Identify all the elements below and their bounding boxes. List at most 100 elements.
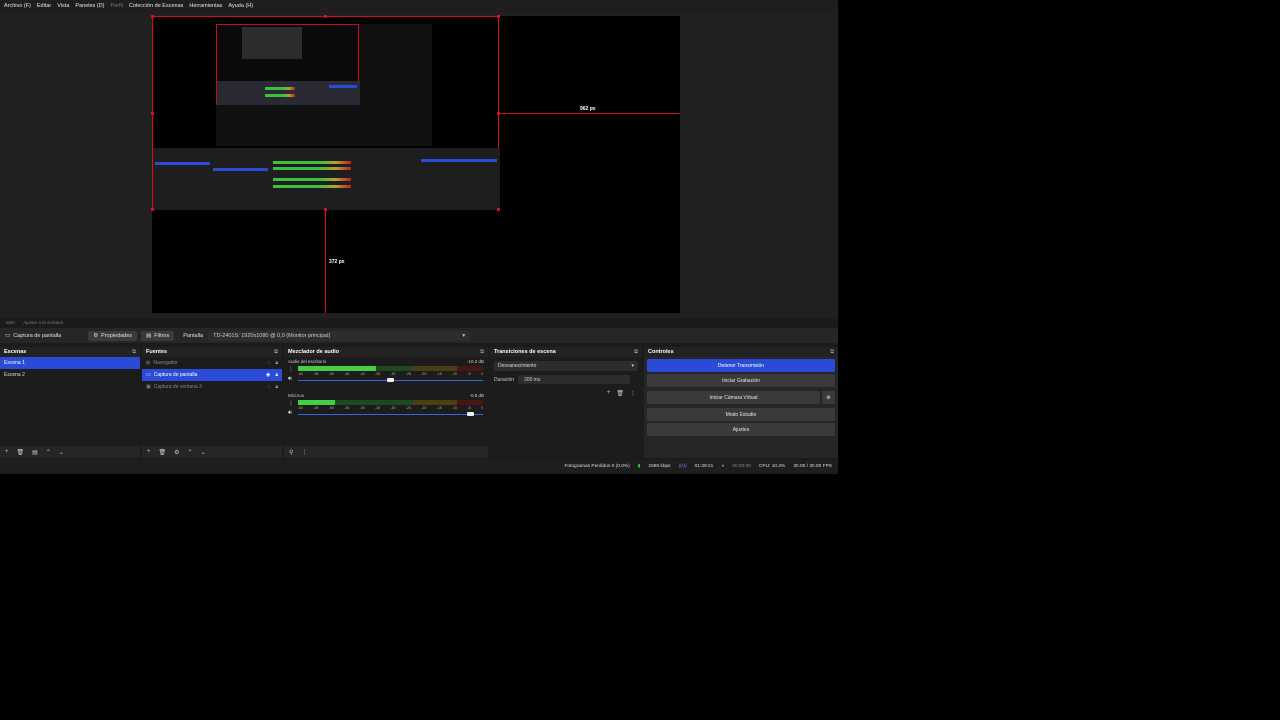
studio-mode-button[interactable]: Modo Estudio xyxy=(647,408,835,421)
trash-icon[interactable]: 🗑 xyxy=(616,390,624,397)
mixer-channel-header: Mic/Aux -0.8 dB xyxy=(288,393,484,398)
add-icon[interactable]: + xyxy=(147,449,151,455)
source-item[interactable]: ▣ Captura de ventana 3 ◌ 🔒︎ xyxy=(142,381,282,393)
screen-label: Pantalla xyxy=(178,331,208,341)
link-icon[interactable]: ⚲ xyxy=(289,449,293,456)
screen-select[interactable]: TD-2401S: 1920x1080 @ 0,0 (Monitor princ… xyxy=(208,330,471,341)
current-source-name: Captura de pantalla xyxy=(13,332,62,339)
record-time: 00:00:00 xyxy=(732,463,751,469)
duration-input[interactable]: 300 ms xyxy=(518,375,631,384)
filter-icon[interactable]: ▤ xyxy=(32,449,38,456)
virtual-camera-settings-button[interactable]: ⚙ xyxy=(822,391,835,404)
scenes-list: Escena 1 Escena 2 xyxy=(0,357,140,448)
preview-footer-item[interactable]: EDK xyxy=(6,320,15,325)
source-item[interactable]: ◍ Navegador ◌ 🔒︎ xyxy=(142,357,282,369)
menu-profile[interactable]: Perfil xyxy=(110,3,123,9)
dock-float-icon[interactable]: ⧉ xyxy=(274,349,278,356)
width-distance-label: 962 px xyxy=(580,106,596,112)
meter-tick-label: -35 xyxy=(375,372,381,376)
stop-streaming-button[interactable]: Detener Transmisión xyxy=(647,359,835,372)
add-icon[interactable]: + xyxy=(607,390,611,397)
more-icon[interactable]: ⋮ xyxy=(301,449,307,456)
transition-actions: + 🗑 ⋮ xyxy=(490,386,642,401)
properties-button[interactable]: ⚙ Propiedades xyxy=(88,330,138,341)
eye-icon[interactable]: ◉ xyxy=(266,372,270,378)
scene-item[interactable]: Escena 2 xyxy=(0,369,140,381)
channel-name: Mic/Aux xyxy=(288,393,305,398)
settings-button[interactable]: Ajustes xyxy=(647,423,835,436)
filters-button[interactable]: ▤ Filtros xyxy=(141,330,175,341)
dock-float-icon[interactable]: ⧉ xyxy=(634,349,638,356)
move-up-icon[interactable]: ⌃ xyxy=(188,449,193,456)
channel-db: -0.8 dB xyxy=(469,393,484,398)
sources-list: ◍ Navegador ◌ 🔒︎ ▭ Captura de pantalla ◉ 🔒… xyxy=(142,357,282,448)
menu-help[interactable]: Ayuda (H) xyxy=(228,3,253,9)
source-item-label: Captura de ventana 3 xyxy=(153,384,202,390)
window-icon: ▣ xyxy=(146,384,151,390)
meter-tick-label: -25 xyxy=(405,372,411,376)
menu-tools[interactable]: Herramientas xyxy=(189,3,222,9)
meter-tick-label: -15 xyxy=(436,372,442,376)
move-down-icon[interactable]: ⌄ xyxy=(201,449,206,456)
nested-meter xyxy=(265,94,295,97)
preview-canvas[interactable]: 962 px 372 px xyxy=(151,15,680,313)
menu-file[interactable]: Archivo (F) xyxy=(4,3,31,9)
move-up-icon[interactable]: ⌃ xyxy=(46,449,51,456)
gear-icon[interactable]: ⚙ xyxy=(174,449,179,456)
lock-icon[interactable]: 🔒︎ xyxy=(275,360,278,366)
resize-handle[interactable] xyxy=(151,208,154,211)
menu-scene-collection[interactable]: Colección de Escenas xyxy=(129,3,183,9)
scene-item[interactable]: Escena 1 xyxy=(0,357,140,369)
more-icon[interactable]: ⋮ xyxy=(630,390,636,397)
dock-float-icon[interactable]: ⧉ xyxy=(830,349,834,356)
trash-icon[interactable]: 🗑 xyxy=(17,449,25,456)
selected-source-bounds[interactable] xyxy=(152,16,500,210)
dock-float-icon[interactable]: ⧉ xyxy=(132,349,136,356)
sources-footer: + 🗑 ⚙ ⌃ ⌄ xyxy=(142,446,282,458)
bitrate: 2688 kbps xyxy=(648,463,671,469)
resize-handle[interactable] xyxy=(324,15,327,18)
scene-item-label: Escena 1 xyxy=(4,360,25,366)
screen-select-value: TD-2401S: 1920x1080 @ 0,0 (Monitor princ… xyxy=(213,332,331,339)
menu-edit[interactable]: Editar xyxy=(37,3,51,9)
eye-hidden-icon[interactable]: ◌ xyxy=(267,360,270,366)
transition-select[interactable]: Desvanecimiento ▾ xyxy=(494,361,638,371)
trash-icon[interactable]: 🗑 xyxy=(159,449,167,456)
mixer-footer: ⚲ ⋮ xyxy=(284,446,488,458)
speaker-icon[interactable]: 🔊︎ xyxy=(288,410,292,417)
menu-docks[interactable]: Paneles (D) xyxy=(75,3,104,9)
eye-hidden-icon[interactable]: ◌ xyxy=(267,384,270,390)
sources-dock-title: Fuentes ⧉ xyxy=(142,347,282,357)
menu-view[interactable]: Vista xyxy=(57,3,69,9)
preview-footer-item[interactable]: Ajustar a la ventana xyxy=(23,320,63,325)
chevron-down-icon: ▾ xyxy=(462,332,466,339)
start-recording-button[interactable]: Iniciar Grabación xyxy=(647,374,835,387)
volume-slider-knob[interactable] xyxy=(466,412,474,416)
resize-handle[interactable] xyxy=(497,208,500,211)
volume-slider-knob[interactable] xyxy=(387,378,395,382)
more-icon[interactable]: ⋮ xyxy=(288,400,294,407)
meter-tick-label: -45 xyxy=(344,406,350,410)
lock-icon[interactable]: 🔒︎ xyxy=(275,384,278,390)
resize-handle[interactable] xyxy=(497,15,500,18)
resize-handle[interactable] xyxy=(151,15,154,18)
nested-button xyxy=(329,85,357,88)
dock-float-icon[interactable]: ⧉ xyxy=(480,349,484,356)
move-down-icon[interactable]: ⌄ xyxy=(59,449,64,456)
volume-slider[interactable] xyxy=(298,378,483,382)
meter-tick-label: 0 xyxy=(480,372,483,376)
more-icon[interactable]: ⋮ xyxy=(288,366,294,373)
stream-time: 01:39:21 xyxy=(694,463,714,469)
source-item[interactable]: ▭ Captura de pantalla ◉ 🔒︎ xyxy=(142,369,282,381)
meter-ticks: -60 -55 -50 -45 -40 -35 -30 -25 -20 -15 -10 -5 0 xyxy=(298,406,483,410)
meter-tick-label: -10 xyxy=(452,406,458,410)
meter-tick-label: -5 xyxy=(467,372,471,376)
speaker-icon[interactable]: 🔊︎ xyxy=(288,376,292,383)
virtual-camera-row: Iniciar Cámara Virtual ⚙ xyxy=(644,389,838,406)
transitions-title: Transiciones de escena xyxy=(494,349,556,355)
resize-handle[interactable] xyxy=(151,112,154,115)
add-icon[interactable]: + xyxy=(5,449,9,455)
lock-icon[interactable]: 🔒︎ xyxy=(275,372,278,378)
volume-slider[interactable] xyxy=(298,412,483,416)
start-virtual-camera-button[interactable]: Iniciar Cámara Virtual xyxy=(647,391,820,404)
